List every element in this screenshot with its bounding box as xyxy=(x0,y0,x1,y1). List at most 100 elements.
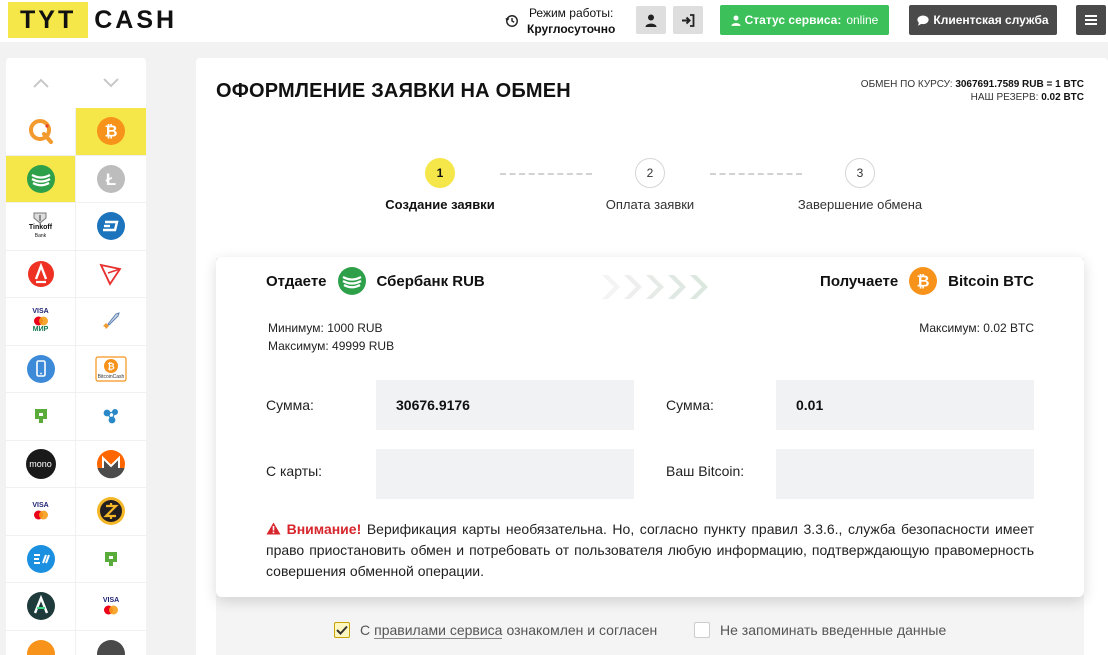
sidebar-item-visa-mastercard-2[interactable]: VISA xyxy=(76,583,146,631)
sidebar-item-exmo[interactable] xyxy=(6,535,76,583)
bitcoin-wallet-input[interactable] xyxy=(776,449,1034,499)
step-3: 3 Завершение обмена xyxy=(780,158,940,212)
give-label: Отдаете xyxy=(266,272,327,290)
main-content: ОФОРМЛЕНИЕ ЗАЯВКИ НА ОБМЕН ОБМЕН ПО КУРС… xyxy=(196,58,1108,655)
bitcoin-icon xyxy=(26,639,55,655)
sberbank-icon xyxy=(337,267,366,295)
tinkoff-sub: Bank xyxy=(34,233,47,240)
sidebar-item-advcash[interactable] xyxy=(6,583,76,631)
remember-option[interactable]: Не запоминать введенные данные xyxy=(694,618,946,642)
tinkoff-icon: Tinkoff Bank xyxy=(29,212,52,240)
sidebar-item-alfabank[interactable] xyxy=(6,250,76,298)
get-sum-label: Сумма: xyxy=(666,397,714,413)
card-number-input[interactable] xyxy=(376,449,634,499)
work-mode: Режим работы: Круглосуточно xyxy=(505,4,615,38)
agree-suffix: ознакомлен и согласен xyxy=(506,622,658,638)
visa-text: VISA xyxy=(32,502,49,510)
step-1-circle: 1 xyxy=(425,158,455,188)
work-mode-value: Круглосуточно xyxy=(527,22,616,36)
bitcoin-icon: ₿ xyxy=(909,267,938,295)
sidebar-item-generic-coin[interactable] xyxy=(76,631,146,655)
sidebar-item-monero[interactable] xyxy=(76,441,146,488)
sidebar-item-visa-mir[interactable]: VISA МИР xyxy=(6,298,76,346)
warning-triangle-icon xyxy=(266,522,281,535)
logo[interactable]: TYT CASH xyxy=(8,2,177,38)
svg-text:Ł: Ł xyxy=(106,170,116,189)
sidebar-item-tron[interactable] xyxy=(76,251,146,298)
qiwi-icon xyxy=(28,119,53,145)
rules-link[interactable]: правилами сервиса xyxy=(374,622,503,639)
sidebar-item-tinkoff[interactable]: Tinkoff Bank xyxy=(6,203,76,251)
sidebar-scroll-arrows xyxy=(6,58,146,108)
visa-mir-icon: VISA МИР xyxy=(32,308,50,334)
rules-checkbox[interactable] xyxy=(334,622,350,638)
hamburger-menu-button[interactable] xyxy=(1076,5,1106,35)
sberbank-icon xyxy=(26,164,55,193)
sidebar-item-zcash[interactable] xyxy=(76,488,146,536)
warning-text: Верификация карты необязательна. Но, сог… xyxy=(266,521,1035,579)
history-clock-icon xyxy=(505,15,518,27)
sidebar-item-bitcoin-cash[interactable]: ₿ BitcoinCash xyxy=(76,346,146,393)
remember-checkbox[interactable] xyxy=(694,622,710,638)
bitcoin-cash-icon: ₿ BitcoinCash xyxy=(95,356,127,382)
chevron-down-icon xyxy=(103,78,119,88)
direction-arrows xyxy=(598,273,710,301)
sidebar-item-dash[interactable] xyxy=(76,203,146,251)
card-label: С карты: xyxy=(266,463,323,479)
sidebar-item-monobank[interactable]: mono xyxy=(6,440,76,488)
page-title: ОФОРМЛЕНИЕ ЗАЯВКИ НА ОБМЕН xyxy=(216,80,571,102)
rules-agreement[interactable]: С правилами сервиса ознакомлен и согласе… xyxy=(334,618,657,642)
sidebar-item-litecoin[interactable]: Ł xyxy=(76,156,146,203)
mir-text: МИР xyxy=(32,326,49,334)
sign-in-icon xyxy=(682,13,695,27)
visa-mastercard-icon: VISA xyxy=(32,502,50,520)
warning-title: Внимание! xyxy=(286,521,362,537)
scroll-down-button[interactable] xyxy=(76,58,146,108)
logo-left-text: TYT xyxy=(8,2,89,38)
tinkoff-text: Tinkoff xyxy=(28,224,53,232)
user-icon xyxy=(645,14,657,27)
zcash-icon xyxy=(97,497,125,526)
sidebar-item-qiwi[interactable] xyxy=(6,108,76,156)
visa-text: VISA xyxy=(102,597,120,605)
max-get: Максимум: 0.02 BTC xyxy=(919,321,1034,335)
rate-value: 3067691.7589 RUB = 1 BTC xyxy=(955,79,1084,90)
give-sum-label: Сумма: xyxy=(266,397,314,413)
hamburger-icon xyxy=(1085,15,1097,25)
step-1-label: Создание заявки xyxy=(385,197,495,212)
sidebar-item-sberbank[interactable] xyxy=(6,155,76,203)
reserve-line: НАШ РЕЗЕРВ: 0.02 BTC xyxy=(861,91,1084,104)
get-currency: Bitcoin BTC xyxy=(948,272,1034,290)
give-limits: Минимум: 1000 RUB Максимум: 49999 RUB xyxy=(268,319,394,355)
step-2-circle: 2 xyxy=(635,158,665,188)
rate-line: ОБМЕН ПО КУРСУ: 3067691.7589 RUB = 1 BTC xyxy=(861,78,1084,91)
sidebar-item-privatbank[interactable] xyxy=(6,393,76,441)
mastercard-icon xyxy=(33,316,48,326)
support-button[interactable]: Клиентская служба xyxy=(909,5,1057,35)
sidebar-item-mobile[interactable] xyxy=(6,345,76,393)
service-status-button[interactable]: Статус сервиса: online xyxy=(720,5,889,35)
login-button[interactable] xyxy=(673,6,703,34)
sidebar-item-rocket[interactable] xyxy=(76,298,146,346)
progress-steps: 1 Создание заявки 2 Оплата заявки 3 Заве… xyxy=(385,158,922,218)
generic-coin-icon xyxy=(97,639,125,655)
reserve-value: 0.02 BTC xyxy=(1041,92,1084,103)
get-sum-input[interactable] xyxy=(776,380,1034,430)
checkmark-icon xyxy=(336,625,348,635)
step-3-label: Завершение обмена xyxy=(797,197,923,212)
sidebar-item-bitcoin-target[interactable]: ₿ xyxy=(76,108,146,156)
max-give: Максимум: 49999 RUB xyxy=(268,339,395,353)
currency-grid: ₿ Ł Tinkoff Bank VISA МИР ₿ BitcoinCash … xyxy=(6,108,146,655)
tron-icon xyxy=(99,263,122,286)
sidebar-item-ripple[interactable] xyxy=(76,393,146,441)
user-account-button[interactable] xyxy=(636,6,666,34)
dash-icon xyxy=(97,212,125,241)
get-label: Получаете xyxy=(820,272,899,290)
sidebar-item-visa-mastercard[interactable]: VISA xyxy=(6,488,76,536)
scroll-up-button[interactable] xyxy=(6,58,76,108)
give-currency: Сбербанк RUB xyxy=(376,272,485,290)
sidebar-item-bitcoin[interactable] xyxy=(6,630,76,655)
give-sum-input[interactable] xyxy=(376,380,634,430)
rate-label: ОБМЕН ПО КУРСУ: xyxy=(860,79,953,90)
sidebar-item-privatbank-2[interactable] xyxy=(76,536,146,583)
